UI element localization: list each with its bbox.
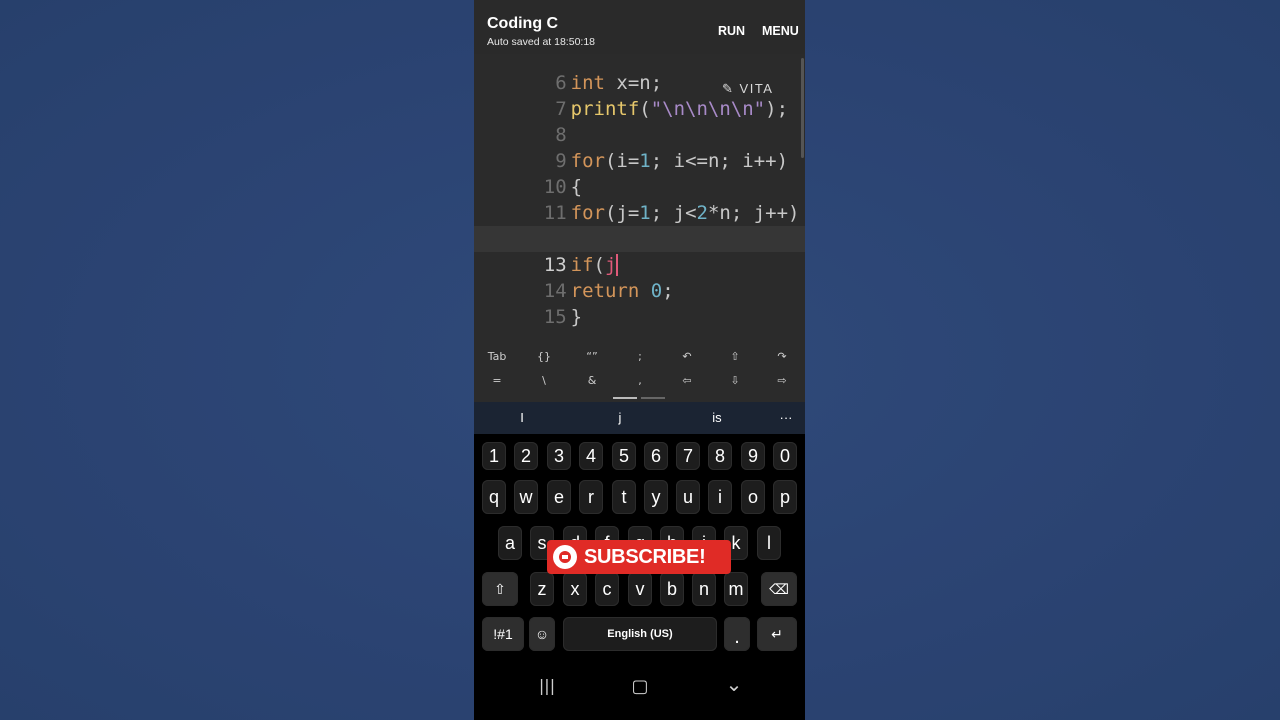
key-m[interactable]: m [724,572,748,606]
redo-icon[interactable]: ↷ [762,350,802,363]
sym-equals[interactable]: = [477,374,517,387]
undo-icon[interactable]: ↶ [667,350,707,363]
subscribe-label: SUBSCRIBE! [584,545,706,568]
space-key[interactable]: English (US) [563,617,717,651]
key-4[interactable]: 4 [579,442,603,470]
backspace-icon: ⌫ [769,581,789,597]
key-6[interactable]: 6 [644,442,668,470]
emoji-key[interactable]: ☺ [529,617,555,651]
key-w[interactable]: w [514,480,538,514]
key-n[interactable]: n [692,572,716,606]
key-q[interactable]: q [482,480,506,514]
code-line[interactable]: 11 for(j=1; j<2*n; j++) [474,174,805,224]
key-9[interactable]: 9 [741,442,765,470]
enter-key[interactable]: ↵ [757,617,797,651]
autosave-status: Auto saved at 18:50:18 [487,36,595,48]
more-suggestions-icon[interactable]: ··· [766,410,805,425]
shift-key[interactable]: ⇧ [482,572,518,606]
code-line[interactable]: 8 [474,96,805,146]
subscribe-overlay[interactable]: SUBSCRIBE! [547,540,731,574]
key-e[interactable]: e [547,480,571,514]
line-number: 15 [543,306,567,328]
editor-scrollbar[interactable] [801,58,804,158]
key-3[interactable]: 3 [547,442,571,470]
vita-logo-icon: ✎ [722,81,735,96]
page-indicator-active [613,397,637,399]
code-line[interactable]: 6 int x=n; [474,54,805,94]
key-1[interactable]: 1 [482,442,506,470]
key-8[interactable]: 8 [708,442,732,470]
key-2[interactable]: 2 [514,442,538,470]
key-a[interactable]: a [498,526,522,560]
key-x[interactable]: x [563,572,587,606]
app-title: Coding C [487,15,559,32]
code-line[interactable]: 10{ [474,148,805,198]
virtual-keyboard: 1 2 3 4 5 6 7 8 9 0 q w e r t y u i o p … [474,434,805,662]
home-icon[interactable]: ▢ [620,676,660,697]
cursor-right-icon[interactable]: ⇨ [762,374,802,387]
shift-icon: ⇧ [494,581,506,597]
key-i[interactable]: i [708,480,732,514]
symbol-bar: Tab {} “” ; ↶ ⇧ ↷ = \ & , ⇦ ⇩ ⇨ [474,344,805,402]
key-7[interactable]: 7 [676,442,700,470]
symbols-key[interactable]: !#1 [482,617,524,651]
sym-semicolon[interactable]: ; [620,350,660,363]
vita-watermark: ✎ VITA [722,81,774,96]
code-line[interactable]: 9 for(i=1; i<=n; i++) [474,122,805,172]
recents-icon[interactable]: ||| [527,676,567,695]
code-line[interactable]: 14 return 0; [474,252,805,302]
key-u[interactable]: u [676,480,700,514]
menu-button[interactable]: MENU [762,24,799,38]
suggestion-bar: I j is ··· [474,402,805,434]
sym-quotes[interactable]: “” [572,350,612,363]
suggestion-item[interactable]: j [600,410,640,425]
key-l[interactable]: l [757,526,781,560]
cursor-left-icon[interactable]: ⇦ [667,374,707,387]
key-c[interactable]: c [595,572,619,606]
key-r[interactable]: r [579,480,603,514]
cursor-down-icon[interactable]: ⇩ [715,374,755,387]
key-z[interactable]: z [530,572,554,606]
suggestion-item[interactable]: is [697,410,737,425]
system-nav-bar: ||| ▢ ⌄ [474,662,805,720]
subscribe-logo-icon [553,545,577,569]
enter-icon: ↵ [771,626,783,642]
period-key[interactable]: . [724,617,750,651]
sym-comma[interactable]: , [620,374,660,387]
sym-braces[interactable]: {} [524,350,564,363]
phone-screen: Coding C Auto saved at 18:50:18 RUN MENU… [474,0,805,720]
sym-backslash[interactable]: \ [524,374,564,387]
key-v[interactable]: v [628,572,652,606]
code-line-active[interactable]: 13 if(j [474,226,805,276]
sym-ampersand[interactable]: & [572,374,612,387]
key-t[interactable]: t [612,480,636,514]
suggestion-item[interactable]: I [502,410,542,425]
backspace-key[interactable]: ⌫ [761,572,797,606]
run-button[interactable]: RUN [718,24,745,38]
page-indicator [641,397,665,399]
key-b[interactable]: b [660,572,684,606]
code-line[interactable]: 12{ [474,200,805,250]
back-icon[interactable]: ⌄ [714,672,754,696]
key-y[interactable]: y [644,480,668,514]
sym-tab[interactable]: Tab [477,350,517,363]
cursor-up-icon[interactable]: ⇧ [715,350,755,363]
code-editor[interactable]: 6 int x=n; 7 printf("\n\n\n\n"); 8 9 for(i=… [474,54,805,344]
app-bar: Coding C Auto saved at 18:50:18 RUN MENU [474,0,805,54]
key-0[interactable]: 0 [773,442,797,470]
code-line[interactable]: 15} [474,278,805,328]
key-o[interactable]: o [741,480,765,514]
key-p[interactable]: p [773,480,797,514]
emoji-icon: ☺ [534,626,550,642]
key-5[interactable]: 5 [612,442,636,470]
